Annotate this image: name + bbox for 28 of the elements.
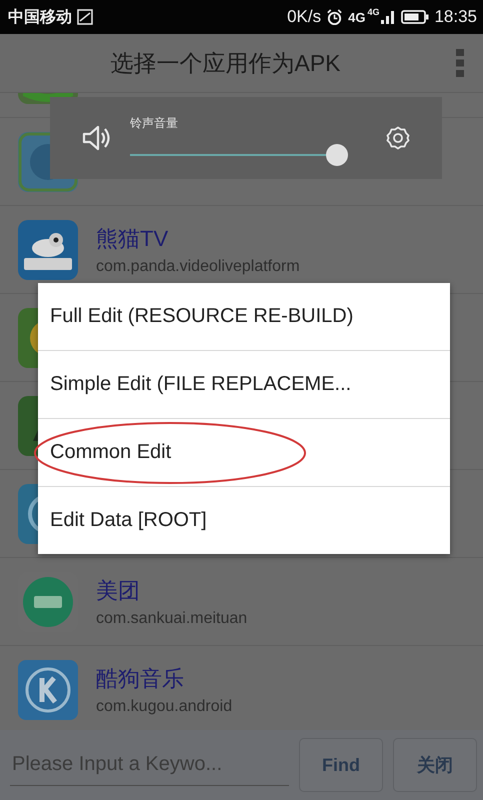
signal-icon — [380, 9, 396, 25]
settings-icon[interactable] — [386, 126, 410, 150]
speaker-icon[interactable] — [82, 125, 112, 151]
network-speed: 0K/s — [287, 7, 322, 27]
clock-time: 18:35 — [434, 7, 477, 27]
network-type: 4G — [367, 7, 380, 17]
menu-option[interactable]: Full Edit (RESOURCE RE-BUILD) — [38, 283, 450, 350]
alarm-icon — [326, 8, 344, 26]
package-name: com.kugou.android — [96, 698, 232, 716]
app-name: 酷狗音乐 — [96, 664, 185, 692]
menu-option[interactable]: Simple Edit (FILE REPLACEME... — [38, 351, 450, 418]
package-name: com.sankuai.meituan — [96, 610, 248, 628]
app-list-item[interactable]: 美团 com.sankuai.meituan — [0, 558, 483, 646]
app-icon — [18, 660, 78, 720]
battery-icon — [401, 9, 430, 25]
volume-label: 铃声音量 — [130, 114, 178, 132]
menu-option[interactable]: Common Edit — [38, 419, 450, 486]
menu-option[interactable]: Edit Data [ROOT] — [38, 487, 450, 554]
carrier-name: 中国移动 — [8, 8, 72, 28]
find-button[interactable]: Find — [299, 738, 383, 792]
network-type: 4G — [348, 10, 366, 24]
image-icon — [77, 9, 93, 25]
screen-title: 选择一个应用作为APK — [110, 48, 341, 78]
close-button[interactable]: 关闭 — [393, 738, 477, 792]
package-name: com.panda.videoliveplatform — [96, 258, 300, 276]
app-icon — [18, 220, 78, 280]
app-name: 熊猫TV — [96, 224, 170, 252]
app-name: 美团 — [96, 576, 141, 604]
